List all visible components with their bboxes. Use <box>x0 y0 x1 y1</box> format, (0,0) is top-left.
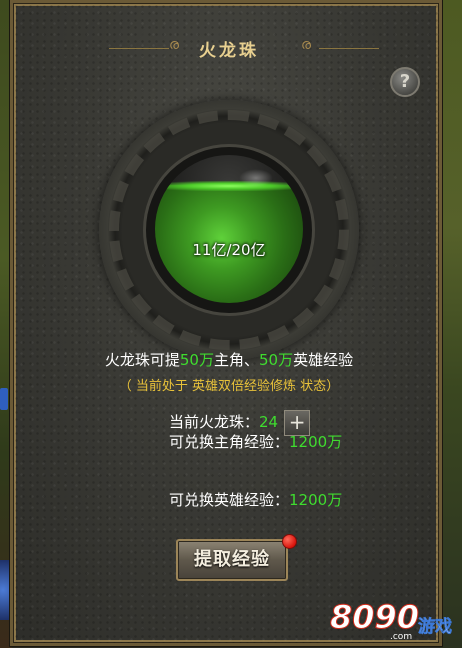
panel-title: 火龙珠 <box>199 41 259 61</box>
status-open: （ 当前处于 <box>118 379 193 394</box>
title-bar: ര 火龙珠 ര <box>13 33 445 63</box>
exchange-hero-value: 1200万 <box>289 491 343 509</box>
orb-count-value: 24 <box>259 413 279 431</box>
notification-dot-icon <box>282 534 297 549</box>
title-divider-right <box>319 48 379 49</box>
extract-info-line: 火龙珠可提50万主角、50万英雄经验 <box>13 349 445 370</box>
hero-exp-amount: 50万 <box>259 351 294 369</box>
exchange-hero-exp-row: 可兑换英雄经验：1200万 <box>169 489 342 510</box>
exchange-main-label: 可兑换主角经验： <box>169 433 290 451</box>
watermark-game: 游戏 <box>418 617 453 638</box>
status-line: （ 当前处于 英雄双倍经验修炼 状态） <box>13 375 445 394</box>
swirl-ornament-right-icon: ര <box>301 37 312 53</box>
fire-dragon-orb: 11亿/20亿 <box>155 155 303 303</box>
exchange-hero-label: 可兑换英雄经验： <box>169 491 290 509</box>
watermark-number: 8090 <box>329 598 420 637</box>
watermark-logo: 8090 游戏 .com <box>329 598 460 644</box>
status-state: 英雄双倍经验修炼 状态 <box>192 379 327 394</box>
fire-dragon-orb-panel: ര 火龙珠 ര ? 11亿/20亿 火龙珠可提50万主角、50万英雄经验 （ 当… <box>10 0 442 646</box>
watermark-domain: .com <box>390 632 413 642</box>
scene-gem <box>0 388 8 410</box>
orb-progress-text: 11亿/20亿 <box>192 241 266 259</box>
scene-edge-right <box>440 0 462 648</box>
orb-highlight <box>239 169 273 187</box>
exchange-main-exp-row: 可兑换主角经验：1200万 <box>169 431 342 452</box>
extract-exp-button[interactable]: 提取经验 <box>176 539 288 581</box>
info-prefix: 火龙珠可提 <box>104 351 180 369</box>
main-exp-amount: 50万 <box>179 351 214 369</box>
info-suffix: 英雄经验 <box>293 351 354 369</box>
help-button[interactable]: ? <box>390 67 420 97</box>
status-close: ） <box>326 379 340 394</box>
info-mid: 主角、 <box>213 351 259 369</box>
orb-count-label: 当前火龙珠： <box>169 413 260 431</box>
exchange-main-value: 1200万 <box>289 433 343 451</box>
scene-effect <box>0 560 10 620</box>
